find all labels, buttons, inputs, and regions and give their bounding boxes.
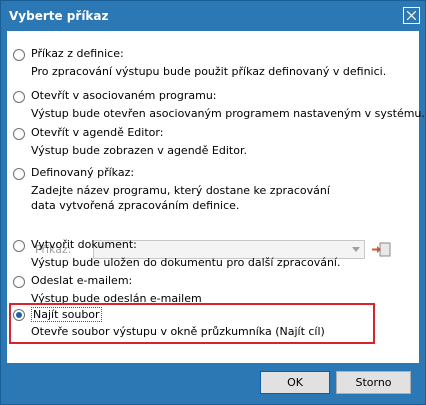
ok-button-label: OK <box>287 376 303 389</box>
dialog-title: Vyberte příkaz <box>9 9 109 23</box>
cancel-button-label: Storno <box>355 376 392 389</box>
option-description: Výstup bude otevřen asociovaným programe… <box>31 107 425 120</box>
option-label: Vytvořit dokument: <box>31 238 137 251</box>
option-label: Otevřít v agendě Editor: <box>31 126 164 139</box>
radio-button[interactable] <box>13 128 25 140</box>
chevron-down-icon[interactable] <box>352 247 360 252</box>
option-label: Příkaz z definice: <box>31 47 124 60</box>
radio-button[interactable] <box>13 91 25 103</box>
option-description: Výstup bude uložen do dokumentu pro dalš… <box>31 256 341 269</box>
radio-button[interactable] <box>13 168 25 180</box>
close-icon <box>407 11 416 20</box>
option-label: Odeslat e-mailem: <box>31 274 133 287</box>
dialog-window: Vyberte příkaz Příkaz z definice: Pro zp… <box>0 0 426 405</box>
option-description-line2: data vytvořená zpracováním definice. <box>31 199 240 212</box>
radio-button[interactable] <box>13 240 25 252</box>
radio-button[interactable] <box>13 276 25 288</box>
browse-file-icon[interactable] <box>371 241 391 258</box>
selection-highlight-box <box>9 303 375 344</box>
close-button[interactable] <box>403 7 420 24</box>
radio-button[interactable] <box>13 49 25 61</box>
option-label: Otevřít v asociovaném programu: <box>31 89 217 102</box>
option-description: Pro zpracování výstupu bude použit příka… <box>31 65 387 78</box>
title-bar: Vyberte příkaz <box>1 1 425 31</box>
option-label: Definovaný příkaz: <box>31 166 135 179</box>
cancel-button[interactable]: Storno <box>336 371 411 394</box>
option-description: Zadejte název programu, který dostane ke… <box>31 184 330 197</box>
option-description: Výstup bude zobrazen v agendě Editor. <box>31 144 247 157</box>
ok-button[interactable]: OK <box>260 371 330 394</box>
